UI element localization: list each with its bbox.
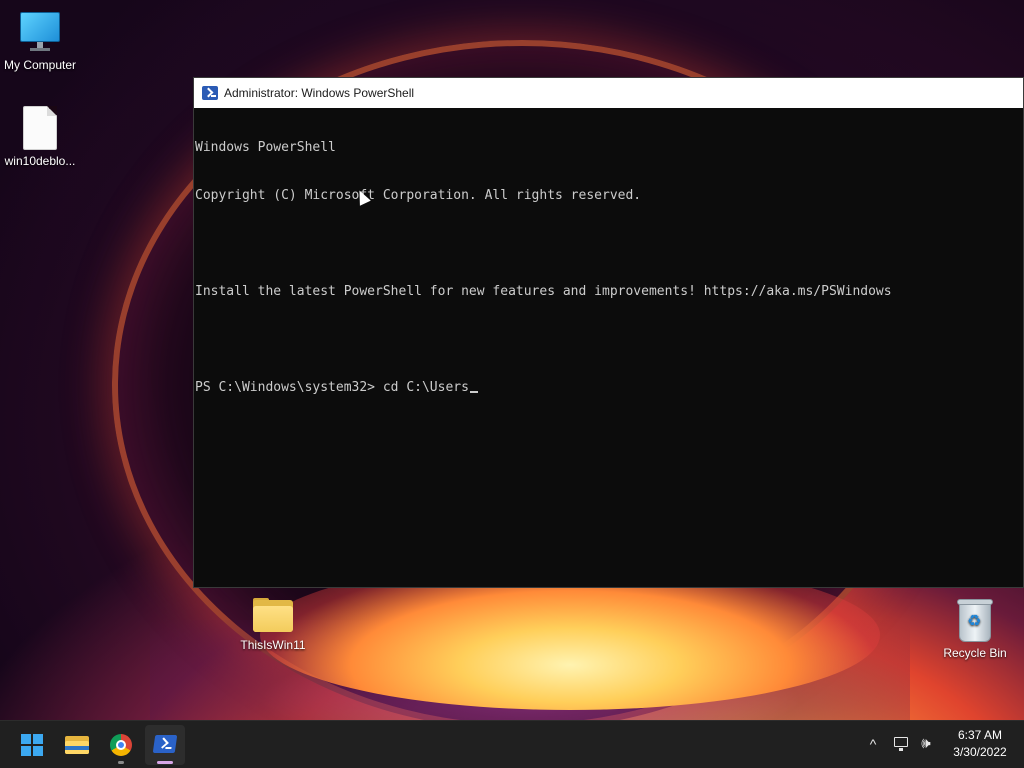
powershell-window[interactable]: Administrator: Windows PowerShell Window… (193, 77, 1024, 588)
desktop-icon-label: ThisIsWin11 (240, 638, 306, 652)
window-titlebar[interactable]: Administrator: Windows PowerShell (194, 78, 1023, 108)
console-output[interactable]: Windows PowerShell Copyright (C) Microso… (194, 108, 1023, 428)
file-explorer-icon (65, 736, 89, 754)
desktop-icon-win10debloater[interactable]: win10deblo... (0, 106, 80, 168)
powershell-icon (202, 86, 218, 100)
volume-icon[interactable]: 🕪 (915, 733, 937, 755)
windows-start-icon (21, 734, 43, 756)
console-line: Copyright (C) Microsoft Corporation. All… (195, 188, 642, 203)
desktop-icon-my-computer[interactable]: My Computer (0, 10, 80, 72)
chrome-icon (110, 734, 132, 756)
running-indicator (118, 761, 124, 764)
active-indicator (157, 761, 173, 764)
desktop-icon-label: win10deblo... (4, 154, 76, 168)
text-cursor (469, 391, 478, 393)
desktop-icon-label: Recycle Bin (943, 646, 1007, 660)
monitor-icon (18, 10, 62, 54)
taskbar-powershell[interactable] (145, 725, 185, 765)
file-icon (23, 106, 57, 150)
show-hidden-icons-chevron-icon[interactable]: ^ (862, 733, 884, 755)
recycle-bin-icon: ♻ (955, 598, 995, 642)
console-prompt: PS C:\Windows\system32> (195, 380, 383, 395)
console-input[interactable]: cd C:\Users (383, 380, 469, 395)
console-line: Windows PowerShell (195, 140, 336, 155)
taskbar-chrome[interactable] (101, 725, 141, 765)
taskbar-clock[interactable]: 6:37 AM 3/30/2022 (942, 727, 1018, 761)
window-title: Administrator: Windows PowerShell (224, 86, 415, 100)
folder-icon (251, 598, 295, 634)
taskbar: ^ 🕪 6:37 AM 3/30/2022 (0, 720, 1024, 768)
taskbar-file-explorer[interactable] (57, 725, 97, 765)
clock-date: 3/30/2022 (953, 745, 1007, 759)
desktop-icon-thisiswin11[interactable]: ThisIsWin11 (233, 598, 313, 652)
desktop-icon-label: My Computer (3, 58, 77, 72)
console-prompt-line[interactable]: PS C:\Windows\system32> cd C:\Users (195, 380, 1023, 396)
network-icon[interactable] (890, 733, 912, 755)
clock-time: 6:37 AM (957, 728, 1003, 742)
console-line: Install the latest PowerShell for new fe… (195, 284, 892, 299)
desktop-icon-recycle-bin[interactable]: ♻ Recycle Bin (935, 598, 1015, 660)
start-button[interactable] (12, 725, 52, 765)
powershell-icon (152, 735, 178, 753)
